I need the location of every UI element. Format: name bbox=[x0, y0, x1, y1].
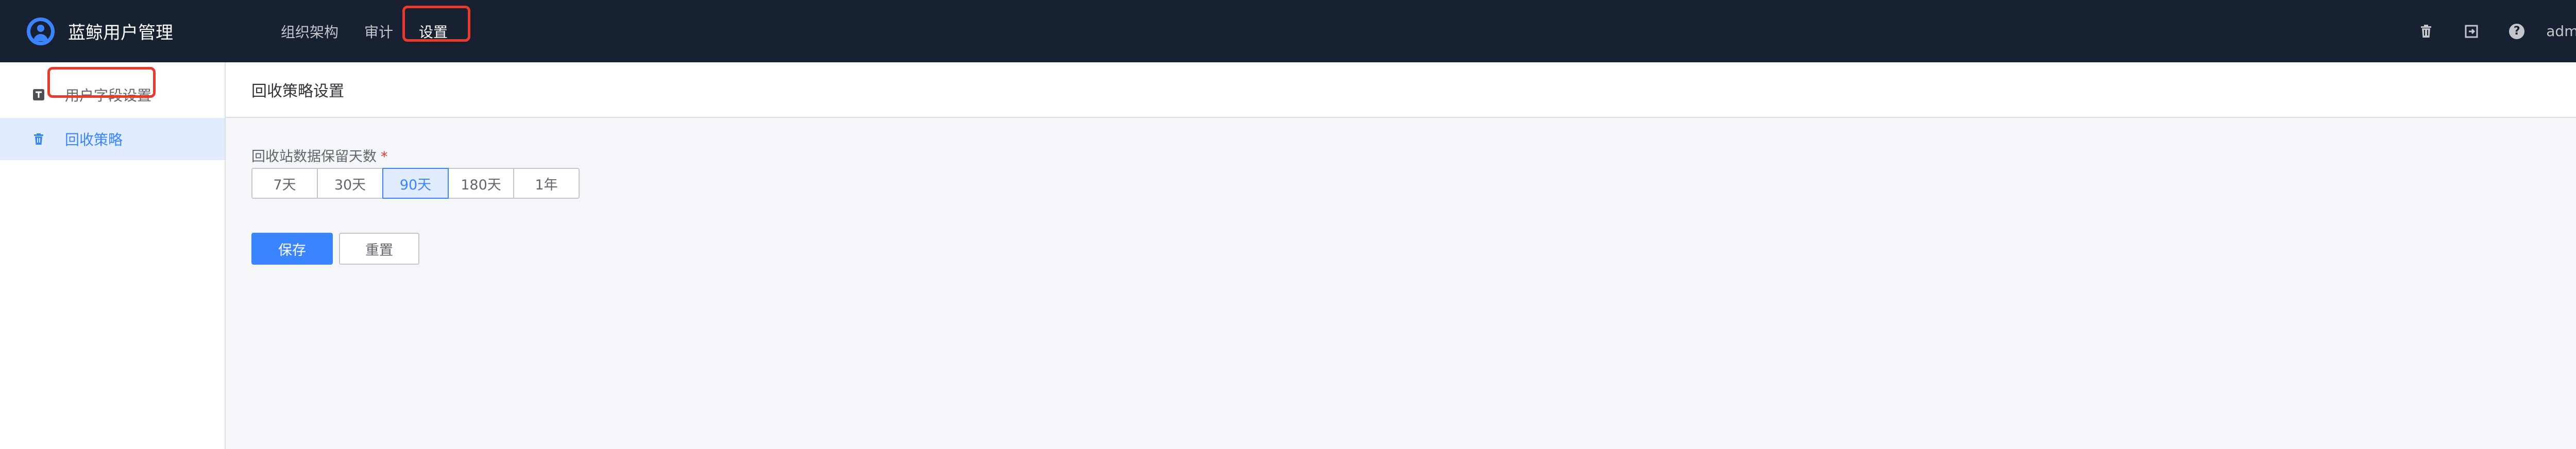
help-icon[interactable]: ? bbox=[2509, 23, 2525, 39]
text-field-icon bbox=[33, 89, 44, 100]
option-7-days[interactable]: 7天 bbox=[251, 168, 318, 199]
reset-button[interactable]: 重置 bbox=[339, 233, 419, 265]
nav-item-audit[interactable]: 审计 bbox=[364, 24, 393, 41]
app-title: 蓝鲸用户管理 bbox=[68, 23, 173, 43]
sidebar-item-label: 回收策略 bbox=[65, 131, 123, 148]
option-30-days[interactable]: 30天 bbox=[317, 168, 383, 199]
nav-item-organization-wrap: 组织架构 bbox=[281, 21, 338, 42]
option-90-days[interactable]: 90天 bbox=[382, 168, 449, 199]
sidebar-item-recycle-policy[interactable]: 回收策略 bbox=[0, 118, 225, 160]
page-title: 回收策略设置 bbox=[251, 82, 344, 100]
header-tools: ? admin bbox=[2388, 0, 2576, 62]
top-navigation-bar: 蓝鲸用户管理 组织架构 审计 设置 ? adm bbox=[0, 0, 2576, 62]
annotation-highlight-box bbox=[47, 67, 156, 98]
trash-icon[interactable] bbox=[2418, 24, 2434, 39]
main-nav: 组织架构 审计 设置 bbox=[281, 0, 473, 62]
retention-days-selector: 7天 30天 90天 180天 1年 bbox=[251, 168, 580, 199]
export-icon[interactable] bbox=[2464, 24, 2479, 39]
retention-days-label-text: 回收站数据保留天数 bbox=[251, 149, 377, 165]
save-button[interactable]: 保存 bbox=[251, 233, 333, 265]
option-1-year[interactable]: 1年 bbox=[513, 168, 580, 199]
nav-item-organization[interactable]: 组织架构 bbox=[281, 24, 338, 41]
sidebar: 用户字段设置 回收策略 bbox=[0, 62, 226, 449]
nav-item-settings-wrap: 设置 bbox=[402, 5, 471, 42]
brand[interactable]: 蓝鲸用户管理 bbox=[27, 0, 173, 62]
required-mark: * bbox=[381, 149, 388, 165]
annotation-highlight-box bbox=[402, 5, 471, 42]
content-header: 回收策略设置 bbox=[226, 62, 2576, 118]
retention-days-label: 回收站数据保留天数 * bbox=[251, 145, 388, 165]
user-menu[interactable]: admin bbox=[2546, 23, 2576, 40]
option-180-days[interactable]: 180天 bbox=[448, 168, 514, 199]
user-circle-icon bbox=[27, 17, 55, 45]
trash-icon bbox=[33, 133, 44, 145]
nav-item-audit-wrap: 审计 bbox=[364, 21, 393, 42]
user-name: admin bbox=[2546, 23, 2576, 40]
